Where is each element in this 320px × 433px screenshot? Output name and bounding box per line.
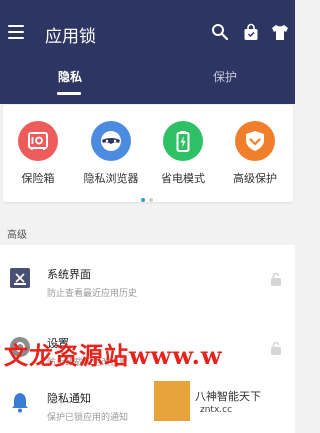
tab-protect[interactable]: 保护 bbox=[213, 68, 237, 85]
row-subtitle: 保护已锁应用的通知 bbox=[47, 413, 129, 423]
watermark-logo bbox=[154, 381, 190, 421]
feature-label: 省电模式 bbox=[161, 172, 205, 185]
list-item-system-ui[interactable]: 系统界面 防止查看最近应用历史 bbox=[0, 249, 295, 307]
feature-label: 高级保护 bbox=[233, 172, 277, 185]
feature-power-saving[interactable]: 省电模式 bbox=[151, 121, 215, 186]
page-indicator bbox=[141, 187, 157, 206]
feature-label: 保险箱 bbox=[21, 172, 55, 185]
watermark-logo-text: 八神智能天下 bbox=[195, 390, 261, 403]
section-title: 高级 bbox=[7, 230, 27, 241]
shield-icon bbox=[235, 121, 275, 161]
lock-icon[interactable] bbox=[268, 271, 284, 287]
app-title: 应用锁 bbox=[45, 27, 96, 47]
feature-private-browser[interactable]: 隐私浏览器 bbox=[79, 121, 143, 186]
safe-icon bbox=[18, 121, 58, 161]
active-tab-indicator bbox=[57, 92, 81, 95]
battery-icon bbox=[163, 121, 203, 161]
shirt-icon[interactable] bbox=[271, 23, 289, 41]
page-dot bbox=[149, 198, 153, 202]
row-title: 隐私通知 bbox=[47, 392, 91, 405]
feature-safe-box[interactable]: 保险箱 bbox=[6, 121, 70, 186]
page-dot-active bbox=[141, 198, 145, 202]
feature-advanced-protection[interactable]: 高级保护 bbox=[223, 121, 287, 186]
app-header: 应用锁 隐私 保护 bbox=[0, 0, 295, 104]
bell-icon bbox=[12, 393, 28, 413]
watermark-logo-sub: zntx.cc bbox=[200, 405, 233, 415]
search-icon[interactable] bbox=[211, 23, 229, 41]
bag-icon[interactable] bbox=[242, 23, 260, 41]
row-title: 系统界面 bbox=[47, 268, 91, 281]
recent-apps-icon bbox=[10, 268, 30, 288]
mask-icon bbox=[91, 121, 131, 161]
watermark-text: 文龙资源站www.w bbox=[4, 341, 223, 370]
feature-label: 隐私浏览器 bbox=[83, 172, 139, 185]
row-subtitle: 防止查看最近应用历史 bbox=[47, 289, 138, 299]
lock-icon[interactable] bbox=[268, 340, 284, 356]
feature-card: 保险箱 隐私浏览器 省电模式 高级保护 bbox=[3, 105, 293, 202]
tab-privacy[interactable]: 隐私 bbox=[58, 68, 82, 85]
menu-icon[interactable] bbox=[8, 25, 24, 39]
